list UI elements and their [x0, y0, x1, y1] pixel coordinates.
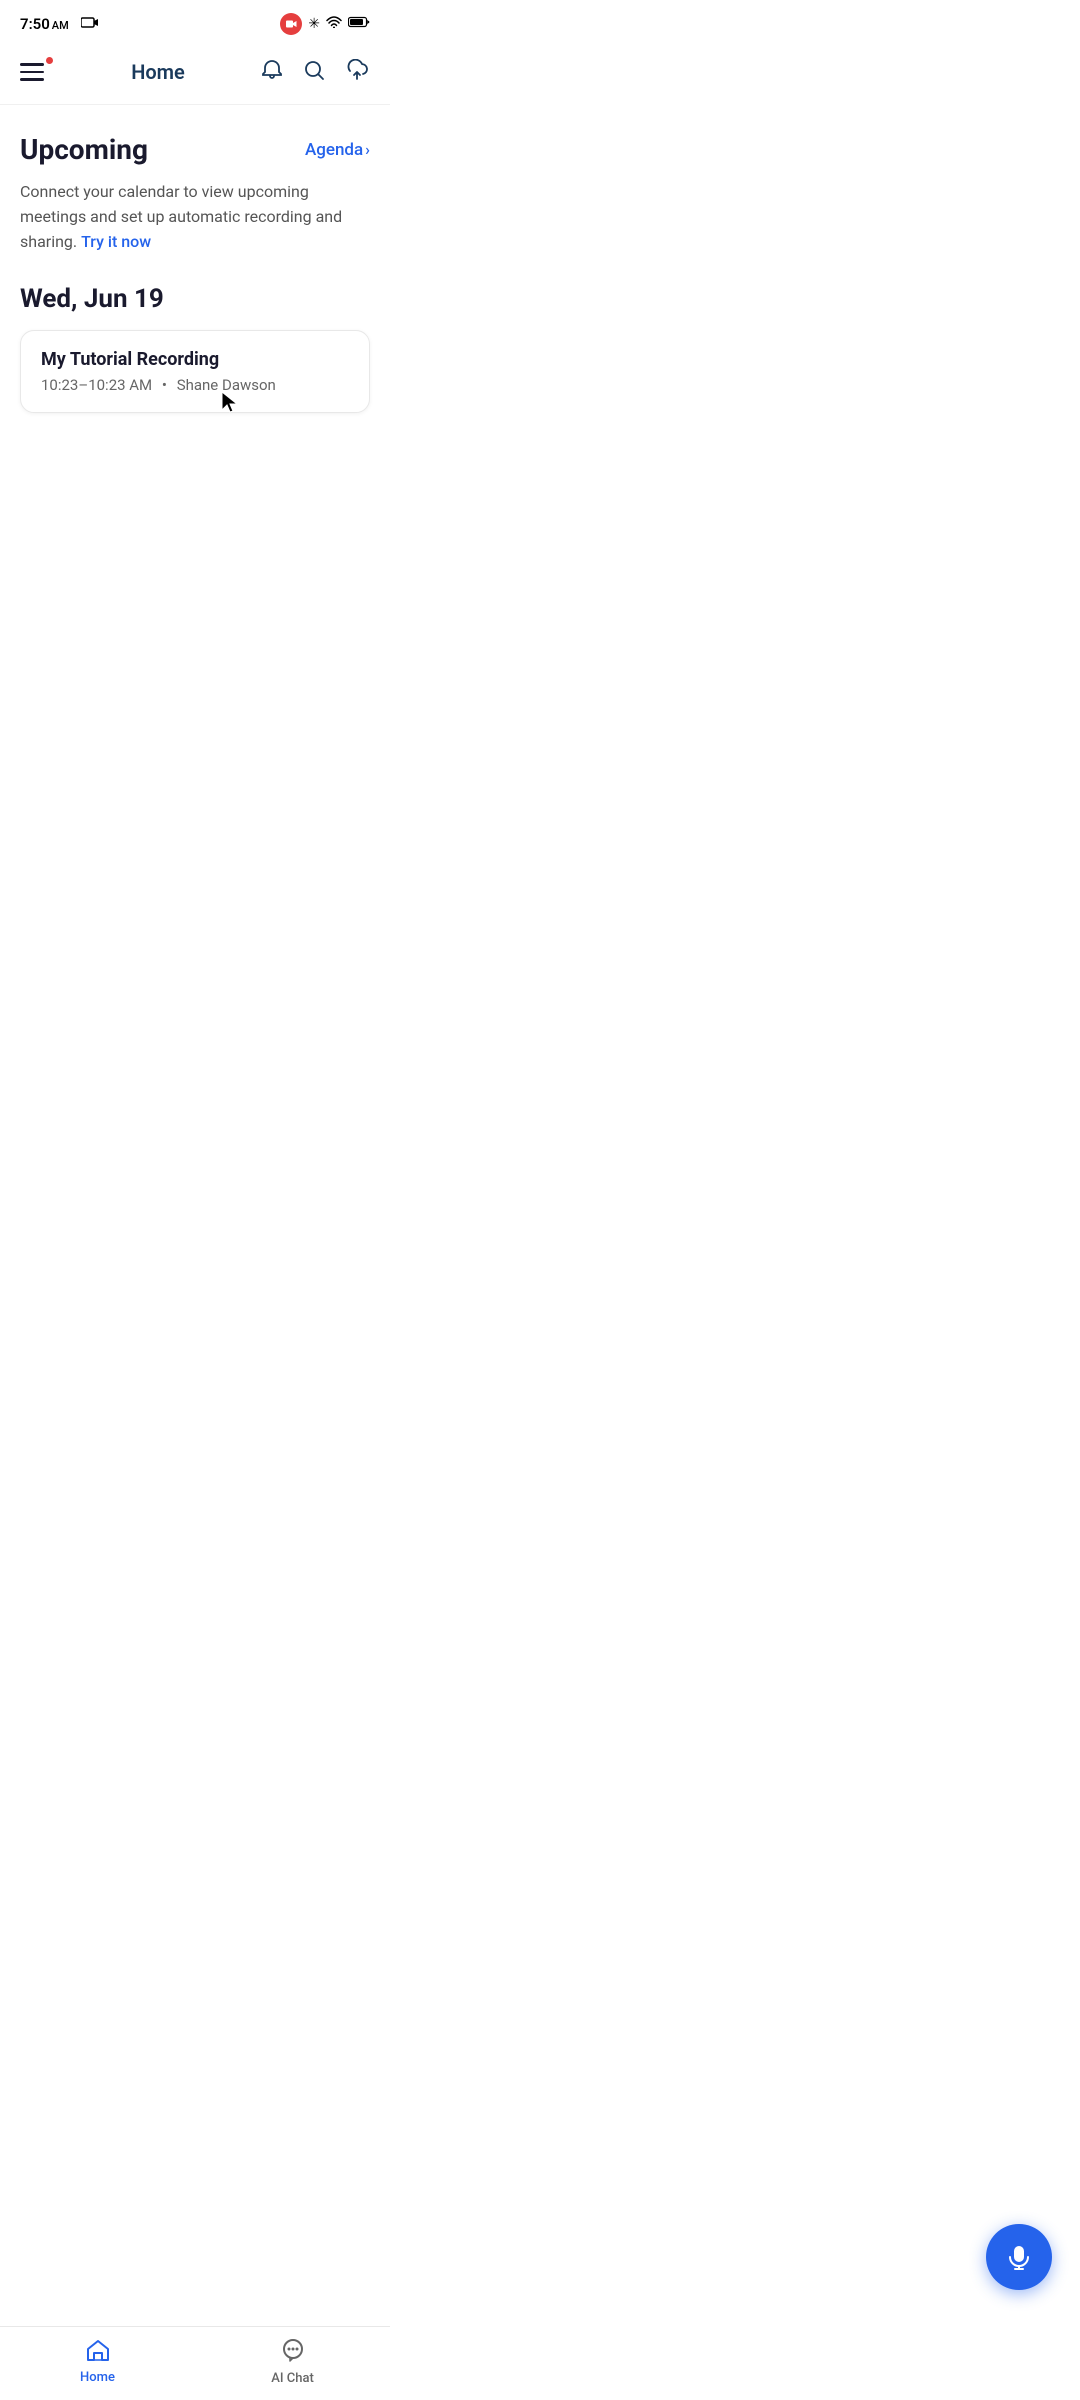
home-nav-label: Home — [80, 2370, 115, 2385]
upcoming-section-header: Upcoming Agenda › — [20, 133, 370, 166]
home-nav-icon — [85, 2338, 111, 2366]
recording-card[interactable]: My Tutorial Recording 10:23–10:23 AM • S… — [20, 330, 370, 413]
recording-host: Shane Dawson — [177, 376, 276, 394]
record-fab-button[interactable] — [986, 2224, 1052, 2290]
recording-meta: 10:23–10:23 AM • Shane Dawson — [41, 376, 349, 394]
camera-status-icon — [81, 16, 99, 33]
main-content: Upcoming Agenda › Connect your calendar … — [0, 105, 390, 413]
header: Home — [0, 44, 390, 105]
status-time: 7:50 AM — [20, 15, 69, 33]
agenda-link[interactable]: Agenda › — [305, 140, 370, 160]
nav-item-ai-chat[interactable]: AI Chat — [195, 2329, 390, 2394]
upload-cloud-icon[interactable] — [344, 59, 370, 86]
notification-icon[interactable] — [260, 58, 284, 87]
recording-time: 10:23–10:23 AM — [41, 376, 152, 394]
bluetooth-icon: ✳ — [308, 16, 320, 32]
search-icon[interactable] — [302, 58, 326, 87]
microphone-icon — [1003, 2241, 1035, 2273]
upcoming-title: Upcoming — [20, 133, 148, 166]
nav-item-home[interactable]: Home — [0, 2330, 195, 2393]
battery-icon — [348, 16, 370, 32]
calendar-description: Connect your calendar to view upcoming m… — [20, 180, 370, 254]
ai-chat-nav-label: AI Chat — [271, 2371, 314, 2386]
meta-separator: • — [162, 376, 167, 394]
menu-button[interactable] — [20, 54, 56, 90]
wifi-icon — [326, 16, 342, 32]
menu-line-1 — [20, 63, 44, 66]
try-it-now-link[interactable]: Try it now — [81, 232, 151, 251]
header-action-icons — [260, 58, 370, 87]
menu-line-3 — [20, 78, 44, 81]
description-text: Connect your calendar to view upcoming m… — [20, 182, 342, 251]
status-right-icons: ✳ — [280, 13, 370, 35]
menu-notification-badge — [45, 56, 54, 65]
ampm-text: AM — [52, 19, 69, 32]
agenda-chevron-icon: › — [365, 140, 370, 159]
ai-chat-nav-icon — [280, 2337, 306, 2367]
status-bar: 7:50 AM ✳ — [0, 0, 390, 44]
agenda-label: Agenda — [305, 140, 363, 160]
date-heading: Wed, Jun 19 — [20, 284, 370, 314]
recording-title: My Tutorial Recording — [41, 349, 349, 370]
bottom-navigation: Home AI Chat — [0, 2326, 390, 2400]
time-text: 7:50 — [20, 15, 50, 33]
recording-indicator — [280, 13, 302, 35]
header-title: Home — [131, 60, 185, 84]
menu-line-2 — [20, 71, 44, 74]
